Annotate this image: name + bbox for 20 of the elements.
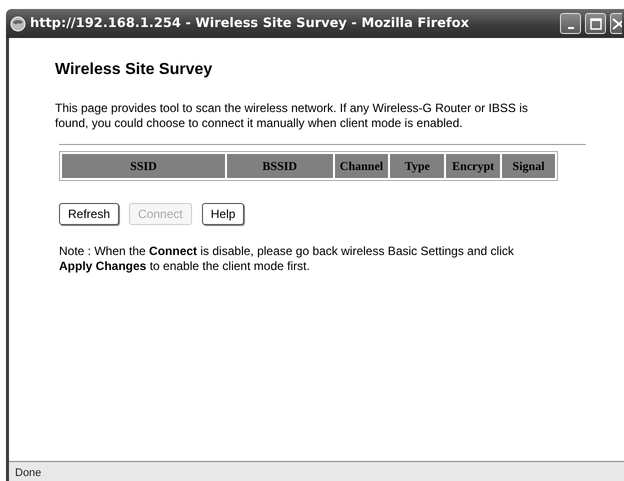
action-button[interactable]: Help — [202, 203, 244, 225]
window-title: http://192.168.1.254 - Wireless Site Survey - Mozilla Firefox — [30, 14, 470, 33]
globe-icon — [10, 16, 26, 32]
description-text: This page provides tool to scan the wireless network. If any Wireless-G Router or IBSS is found, you could choose to connect it manually when client mode is enabled. — [55, 101, 529, 131]
column-header: Type — [390, 154, 444, 178]
page-heading: Wireless Site Survey — [55, 60, 214, 80]
minimize-button[interactable] — [560, 13, 581, 34]
maximize-icon — [590, 18, 602, 30]
maximize-button[interactable] — [585, 13, 606, 34]
status-bar: Done — [9, 461, 624, 481]
action-button[interactable]: Refresh — [59, 203, 120, 225]
column-header: BSSID — [227, 154, 332, 178]
column-header: Encrypt — [446, 154, 500, 178]
column-header: Channel — [334, 154, 388, 178]
close-button[interactable] — [610, 13, 622, 34]
column-header: Signal — [502, 154, 555, 178]
column-header: SSID — [62, 154, 226, 178]
minimize-icon — [568, 26, 574, 28]
close-icon — [611, 18, 622, 30]
note-text: Note : When the Connect is disable, please go back wireless Basic Settings and click Apply Changes to enable the client mode first. — [59, 244, 515, 274]
